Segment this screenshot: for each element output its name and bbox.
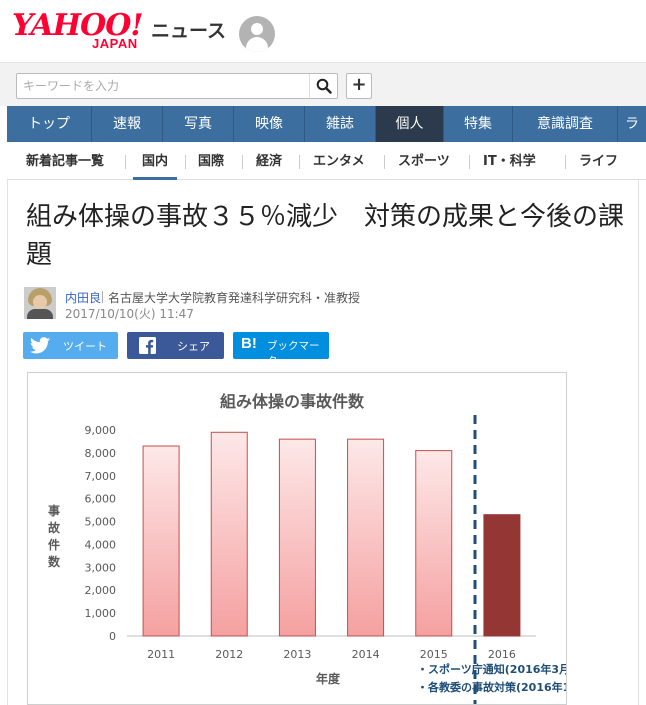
tab-more[interactable]: ラ xyxy=(618,106,646,142)
category-life[interactable]: ライフ xyxy=(579,142,618,180)
y-axis-label-char: 事 xyxy=(48,503,60,518)
chart-y-axis-label: 事故件数 xyxy=(48,503,61,569)
facebook-icon xyxy=(139,337,156,354)
y-tick-label: 4,000 xyxy=(85,538,117,551)
tab-top[interactable]: トップ xyxy=(7,106,92,142)
category-domestic[interactable]: 国内 xyxy=(133,142,177,180)
y-tick-label: 0 xyxy=(109,630,116,643)
y-tick-label: 3,000 xyxy=(85,561,117,574)
accident-count-chart: 組み体操の事故件数 事故件数 0 1,000 2,000 3,000 4,000 5,00… xyxy=(27,372,567,705)
article-title: 組み体操の事故３５％減少 対策の成果と今後の課題 xyxy=(26,202,625,270)
tab-features[interactable]: 特集 xyxy=(444,106,513,142)
search-input[interactable] xyxy=(17,74,309,98)
y-tick-label: 6,000 xyxy=(85,493,117,506)
author-affiliation: 名古屋大学大学院教育発達科学研究科・准教授 xyxy=(101,291,361,305)
chart-bars xyxy=(142,431,521,637)
tab-individual[interactable]: 個人 xyxy=(376,106,444,142)
y-tick-label: 7,000 xyxy=(85,470,117,483)
facebook-share-button[interactable]: シェア xyxy=(127,332,224,359)
logo-sub-text[interactable]: JAPAN xyxy=(92,36,138,51)
y-axis-label-char: 件 xyxy=(48,537,60,552)
bar-2011 xyxy=(142,445,180,637)
x-tick-label: 2014 xyxy=(352,648,380,661)
tab-magazines[interactable]: 雑誌 xyxy=(305,106,376,142)
y-tick-label: 2,000 xyxy=(85,584,117,597)
category-latest[interactable]: 新着記事一覧 xyxy=(26,142,104,180)
main-nav: トップ 速報 写真 映像 雑誌 個人 特集 意識調査 ラ xyxy=(7,106,646,142)
category-sports[interactable]: スポーツ xyxy=(398,142,450,180)
twitter-bird-icon xyxy=(30,337,50,354)
bar-2012 xyxy=(210,431,248,637)
service-name[interactable]: ニュース xyxy=(151,16,226,43)
y-tick-label: 1,000 xyxy=(85,607,117,620)
search-button[interactable] xyxy=(309,74,337,98)
x-tick-label: 2013 xyxy=(283,648,311,661)
add-button[interactable]: + xyxy=(346,73,372,99)
chart-x-axis-label: 年度 xyxy=(316,671,341,686)
bar-2014 xyxy=(347,438,385,637)
author-avatar[interactable] xyxy=(24,287,56,319)
hatena-bookmark-label: ブックマーク xyxy=(267,340,320,367)
tab-opinion-poll[interactable]: 意識調査 xyxy=(513,106,618,142)
y-tick-label: 5,000 xyxy=(85,516,117,529)
chart-title: 組み体操の事故件数 xyxy=(220,392,365,411)
category-entertainment[interactable]: エンタメ xyxy=(313,142,365,180)
y-tick-label: 8,000 xyxy=(85,447,117,460)
tweet-label: ツイート xyxy=(63,340,107,353)
article: 組み体操の事故３５％減少 対策の成果と今後の課題 内田良 名古屋大学大学院教育発… xyxy=(7,180,639,705)
annotation-board-measures: ・各教委の事故対策(2016年1月-5月) xyxy=(417,680,566,694)
hatena-icon: B! xyxy=(241,335,257,352)
category-economy[interactable]: 経済 xyxy=(256,142,282,180)
bar-2016 xyxy=(483,514,521,637)
x-tick-label: 2011 xyxy=(147,648,175,661)
publish-date: 2017/10/10(火) 11:47 xyxy=(65,307,194,321)
x-tick-label: 2012 xyxy=(215,648,243,661)
facebook-share-label: シェア xyxy=(177,340,210,353)
site-header: YAHOO! JAPAN ニュース xyxy=(0,0,646,62)
hatena-bookmark-button[interactable]: B! ブックマーク xyxy=(233,332,329,367)
x-tick-label: 2015 xyxy=(420,648,448,661)
user-avatar-icon[interactable] xyxy=(239,16,275,52)
search-box xyxy=(16,73,338,99)
x-tick-label: 2016 xyxy=(488,648,516,661)
chart-svg: 組み体操の事故件数 事故件数 0 1,000 2,000 3,000 4,000 5,00… xyxy=(48,392,566,704)
tweet-button[interactable]: ツイート xyxy=(23,332,118,359)
yahoo-japan-logo[interactable]: YAHOO! JAPAN xyxy=(12,11,144,52)
author-name-link[interactable]: 内田良 xyxy=(65,289,101,306)
y-tick-label: 9,000 xyxy=(85,424,117,437)
tab-video[interactable]: 映像 xyxy=(234,106,305,142)
chart-x-ticks: 2011 2012 2013 2014 2015 2016 xyxy=(147,648,516,661)
category-it-science[interactable]: IT・科学 xyxy=(483,142,536,180)
category-international[interactable]: 国際 xyxy=(198,142,224,180)
category-nav: 新着記事一覧 国内 国際 経済 エンタメ スポーツ IT・科学 ライフ xyxy=(7,142,646,180)
y-axis-label-char: 数 xyxy=(48,554,61,569)
annotation-sports-agency: ・スポーツ庁通知(2016年3月25日) xyxy=(417,662,566,676)
y-axis-label-char: 故 xyxy=(48,520,61,535)
search-icon xyxy=(316,78,332,94)
tab-breaking[interactable]: 速報 xyxy=(92,106,163,142)
tab-photos[interactable]: 写真 xyxy=(163,106,234,142)
chart-y-ticks: 0 1,000 2,000 3,000 4,000 5,000 6,000 7,000 8,00… xyxy=(85,424,117,643)
search-bar: + xyxy=(0,62,646,106)
bar-2013 xyxy=(278,438,316,637)
bar-2015 xyxy=(415,450,453,637)
